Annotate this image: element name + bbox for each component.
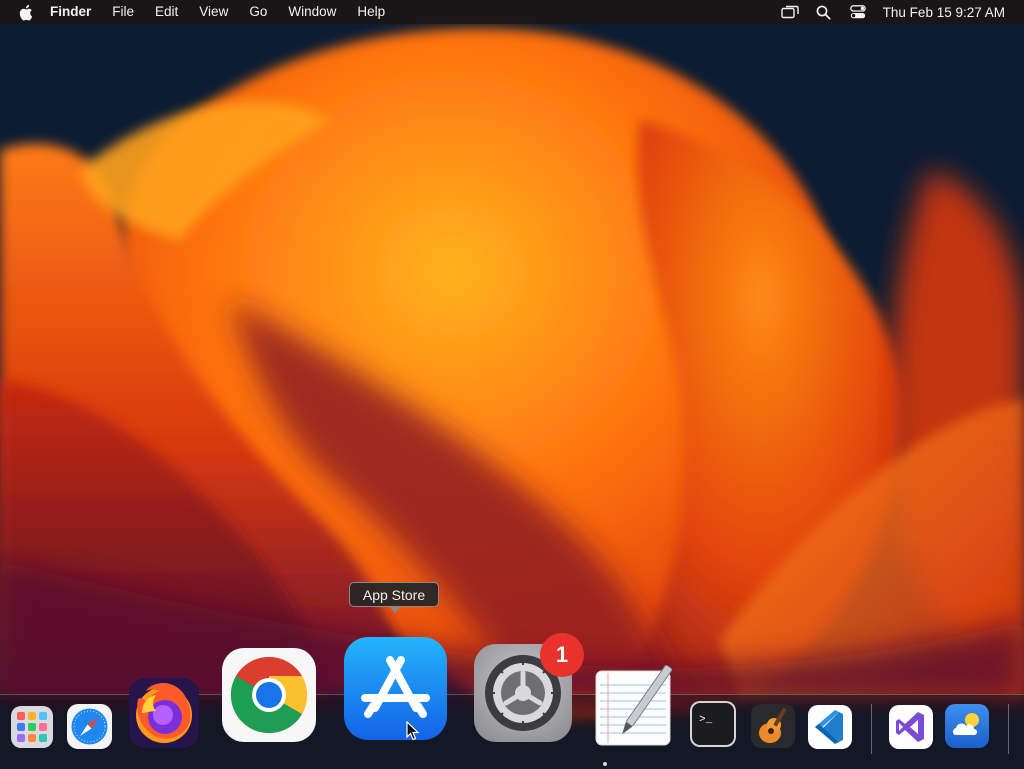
dock-item-launchpad[interactable] <box>10 705 54 749</box>
menu-bar: Finder File Edit View Go Window Help Thu… <box>0 0 1024 24</box>
dock-item-vscode[interactable] <box>807 704 853 750</box>
dock-item-terminal[interactable]: >_ <box>689 700 737 748</box>
menu-finder[interactable]: Finder <box>50 0 91 24</box>
dock-divider-trash <box>1008 704 1009 754</box>
menu-file[interactable]: File <box>112 0 134 24</box>
dock-item-chrome[interactable] <box>221 647 317 743</box>
launchpad-icon <box>11 706 53 748</box>
dock-item-garageband[interactable] <box>750 703 796 749</box>
menu-go[interactable]: Go <box>249 0 267 24</box>
running-indicator <box>603 762 607 766</box>
weather-icon <box>945 704 989 748</box>
vscode-icon <box>808 705 852 749</box>
screen-mirroring-icon[interactable] <box>780 4 799 20</box>
menubar-clock[interactable]: Thu Feb 15 9:27 AM <box>883 5 1005 20</box>
svg-text:>_: >_ <box>699 714 713 726</box>
visual-studio-icon <box>889 705 933 749</box>
dock-item-safari[interactable] <box>66 703 113 750</box>
spotlight-search-icon[interactable] <box>815 4 833 20</box>
menu-help[interactable]: Help <box>357 0 385 24</box>
dock-item-weather[interactable] <box>944 703 990 749</box>
notification-badge: 1 <box>540 633 584 677</box>
menu-edit[interactable]: Edit <box>155 0 178 24</box>
dock-divider <box>871 704 872 754</box>
firefox-icon <box>129 678 199 748</box>
mouse-cursor-icon <box>406 721 420 741</box>
dock-item-app-store[interactable] <box>343 636 448 741</box>
dock-item-textedit[interactable] <box>594 663 672 747</box>
menu-window[interactable]: Window <box>288 0 336 24</box>
safari-icon <box>67 704 112 749</box>
control-center-icon[interactable] <box>849 4 867 20</box>
chrome-icon <box>222 648 316 742</box>
dock-item-visual-studio[interactable] <box>888 704 934 750</box>
app-store-icon <box>344 637 447 740</box>
dock-tooltip: App Store <box>349 582 439 613</box>
garageband-icon <box>751 704 795 748</box>
menu-view[interactable]: View <box>199 0 228 24</box>
terminal-icon: >_ <box>690 701 736 747</box>
textedit-icon <box>595 664 672 746</box>
dock-item-firefox[interactable] <box>128 677 200 749</box>
apple-logo-icon[interactable] <box>18 3 34 21</box>
